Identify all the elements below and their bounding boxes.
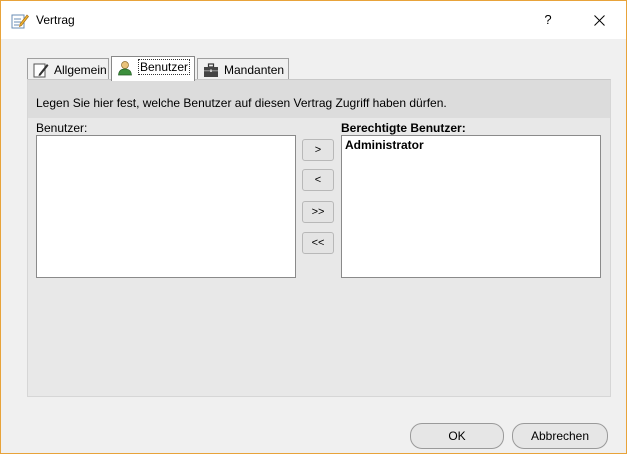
tab-mandanten[interactable]: Mandanten xyxy=(197,58,289,80)
info-text: Legen Sie hier fest, welche Benutzer auf… xyxy=(36,96,447,110)
remove-user-button[interactable]: < xyxy=(302,169,334,191)
user-icon xyxy=(117,60,133,76)
briefcase-icon xyxy=(203,62,219,78)
available-users-list[interactable] xyxy=(36,135,296,278)
benutzer-panel: Legen Sie hier fest, welche Benutzer auf… xyxy=(27,79,611,397)
help-button[interactable]: ? xyxy=(526,5,570,35)
tab-benutzer[interactable]: Benutzer xyxy=(111,56,195,81)
remove-all-users-button[interactable]: << xyxy=(302,232,334,254)
authorized-users-label: Berechtigte Benutzer: xyxy=(341,121,466,135)
close-button[interactable] xyxy=(577,5,621,35)
tab-allgemein-label: Allgemein xyxy=(54,63,107,77)
authorized-users-list[interactable]: Administrator xyxy=(341,135,601,278)
title-bar: Vertrag ? xyxy=(1,1,626,39)
contract-pencil-icon xyxy=(11,12,29,30)
tab-benutzer-label: Benutzer xyxy=(138,59,191,75)
pencil-note-icon xyxy=(33,62,49,78)
close-icon xyxy=(593,15,605,27)
ok-button[interactable]: OK xyxy=(410,423,504,449)
window-title: Vertrag xyxy=(36,13,75,27)
add-all-users-button[interactable]: >> xyxy=(302,201,334,223)
tab-mandanten-label: Mandanten xyxy=(224,63,285,77)
cancel-button[interactable]: Abbrechen xyxy=(512,423,608,449)
panel-header: Legen Sie hier fest, welche Benutzer auf… xyxy=(28,80,610,118)
available-users-label: Benutzer: xyxy=(36,121,88,135)
dialog-window: Vertrag ? Allgemein Benutzer Mandanten L… xyxy=(0,0,627,454)
tab-allgemein[interactable]: Allgemein xyxy=(27,58,109,80)
list-item[interactable]: Administrator xyxy=(342,136,600,154)
add-user-button[interactable]: > xyxy=(302,139,334,161)
